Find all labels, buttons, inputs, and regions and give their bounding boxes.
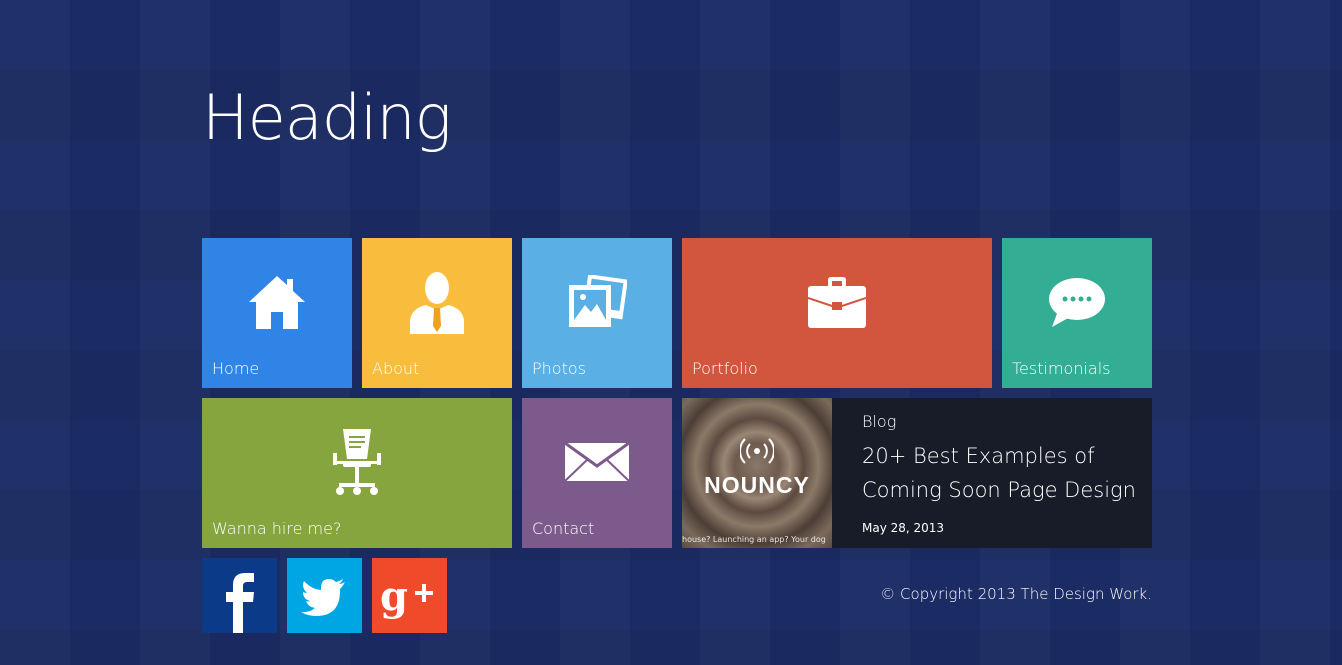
tile-home[interactable]: Home bbox=[202, 238, 352, 388]
tile-portfolio-label: Portfolio bbox=[692, 359, 758, 378]
blog-text: Blog 20+ Best Examples of Coming Soon Pa… bbox=[862, 412, 1138, 535]
thumbnail-caption: house? Launching an app? Your dog bbox=[682, 535, 826, 544]
tile-testimonials-label: Testimonials bbox=[1012, 359, 1111, 378]
tile-blog[interactable]: NOUNCY house? Launching an app? Your dog… bbox=[682, 398, 1152, 548]
blog-date: May 28, 2013 bbox=[862, 521, 945, 535]
chat-bubble-icon bbox=[1048, 277, 1106, 331]
user-icon bbox=[410, 270, 464, 338]
page-heading: Heading bbox=[202, 81, 452, 154]
twitter-icon bbox=[301, 579, 345, 616]
tile-portfolio[interactable]: Portfolio bbox=[682, 238, 992, 388]
envelope-icon bbox=[564, 441, 630, 486]
tile-about-label: About bbox=[372, 359, 420, 378]
tile-about[interactable]: About bbox=[362, 238, 512, 388]
office-chair-icon bbox=[329, 427, 385, 501]
briefcase-icon bbox=[807, 276, 867, 332]
home-icon bbox=[249, 274, 305, 334]
tile-photos-label: Photos bbox=[532, 359, 586, 378]
tile-hire-label: Wanna hire me? bbox=[212, 519, 342, 538]
blog-title[interactable]: 20+ Best Examples of Coming Soon Page De… bbox=[862, 439, 1138, 507]
thumbnail-title: NOUNCY bbox=[704, 472, 810, 498]
blog-category: Blog bbox=[862, 412, 897, 431]
copyright-text: © Copyright 2013 The Design Work. bbox=[880, 585, 1152, 603]
tile-hire[interactable]: Wanna hire me? bbox=[202, 398, 512, 548]
broadcast-icon bbox=[739, 434, 775, 472]
google-plus-button[interactable]: g bbox=[372, 558, 447, 633]
blog-thumbnail[interactable]: NOUNCY house? Launching an app? Your dog bbox=[682, 398, 832, 548]
twitter-button[interactable] bbox=[287, 558, 362, 633]
photos-icon bbox=[567, 274, 628, 333]
tile-contact[interactable]: Contact bbox=[522, 398, 672, 548]
tile-home-label: Home bbox=[212, 359, 260, 378]
facebook-icon bbox=[226, 573, 254, 633]
facebook-button[interactable] bbox=[202, 558, 277, 633]
svg-text:g: g bbox=[380, 573, 408, 620]
tile-testimonials[interactable]: Testimonials bbox=[1002, 238, 1152, 388]
tile-photos[interactable]: Photos bbox=[522, 238, 672, 388]
tile-contact-label: Contact bbox=[532, 519, 595, 538]
google-plus-icon: g bbox=[380, 573, 433, 620]
